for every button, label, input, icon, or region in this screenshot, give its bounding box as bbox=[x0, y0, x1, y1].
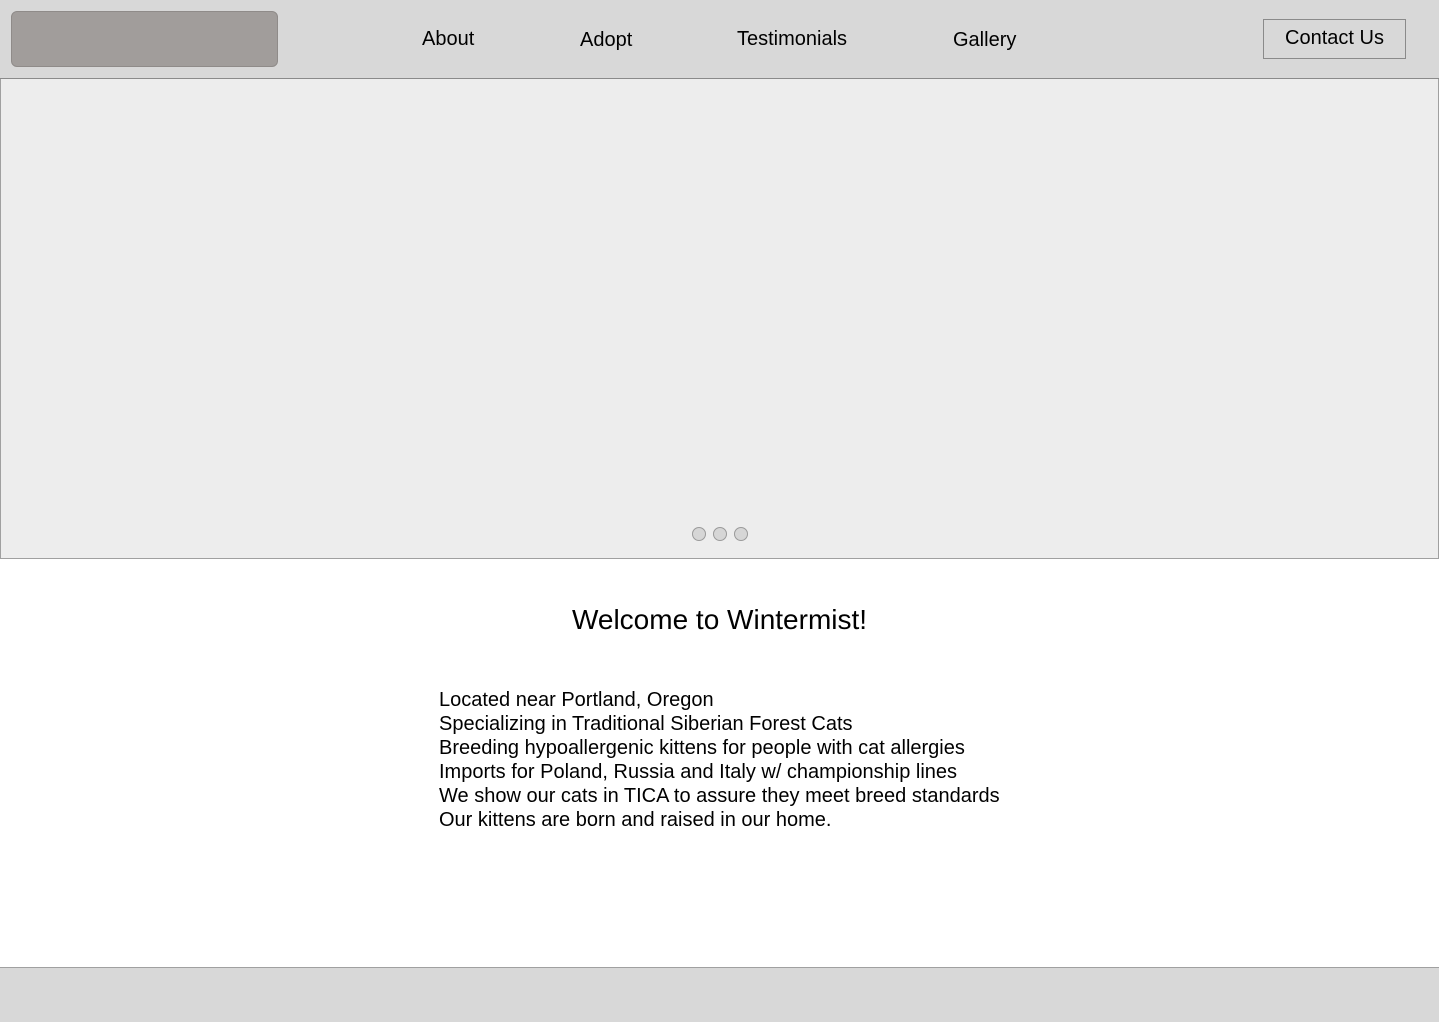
info-item-specialty: Specializing in Traditional Siberian For… bbox=[439, 713, 853, 735]
carousel-indicators bbox=[692, 527, 748, 541]
welcome-heading: Welcome to Wintermist! bbox=[571, 604, 868, 635]
info-item-imports: Imports for Poland, Russia and Italy w/ … bbox=[439, 761, 958, 783]
info-item-shows: We show our cats in TICA to assure they … bbox=[439, 785, 1000, 807]
logo-placeholder[interactable] bbox=[11, 11, 278, 67]
info-list: Located near Portland, Oregon Specializi… bbox=[439, 688, 1000, 832]
nav-link-about[interactable]: About bbox=[422, 27, 474, 51]
info-item-home-raised: Our kittens are born and raised in our h… bbox=[439, 809, 832, 831]
contact-us-button[interactable]: Contact Us bbox=[1263, 19, 1406, 59]
page: About Adopt Testimonials Gallery Contact… bbox=[0, 0, 1439, 1022]
carousel-dot-1[interactable] bbox=[692, 527, 706, 541]
carousel-dot-3[interactable] bbox=[734, 527, 748, 541]
nav-link-adopt[interactable]: Adopt bbox=[580, 28, 632, 52]
info-item-location: Located near Portland, Oregon bbox=[439, 689, 714, 711]
carousel-dot-2[interactable] bbox=[713, 527, 727, 541]
nav-link-testimonials[interactable]: Testimonials bbox=[737, 27, 847, 51]
nav-link-gallery[interactable]: Gallery bbox=[953, 28, 1016, 52]
info-item-hypoallergenic: Breeding hypoallergenic kittens for peop… bbox=[439, 737, 965, 759]
footer bbox=[0, 967, 1439, 1022]
hero-carousel bbox=[0, 79, 1439, 559]
header: About Adopt Testimonials Gallery Contact… bbox=[0, 0, 1439, 79]
